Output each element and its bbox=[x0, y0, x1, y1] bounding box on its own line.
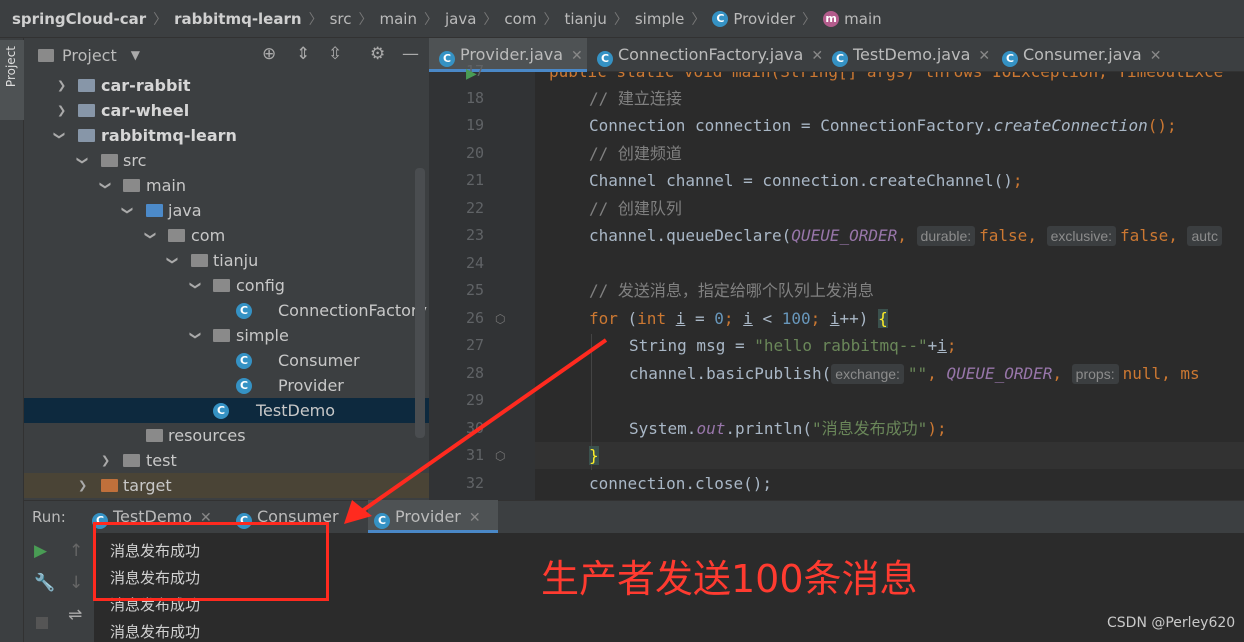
ide-window: springCloud-car 〉 rabbitmq-learn 〉 src 〉 ma… bbox=[0, 0, 1244, 642]
watermark: CSDN @Perley620 bbox=[1107, 615, 1236, 631]
annotation-text: 生产者发送100条消息 bbox=[541, 557, 918, 601]
annotation-arrow bbox=[344, 338, 608, 524]
